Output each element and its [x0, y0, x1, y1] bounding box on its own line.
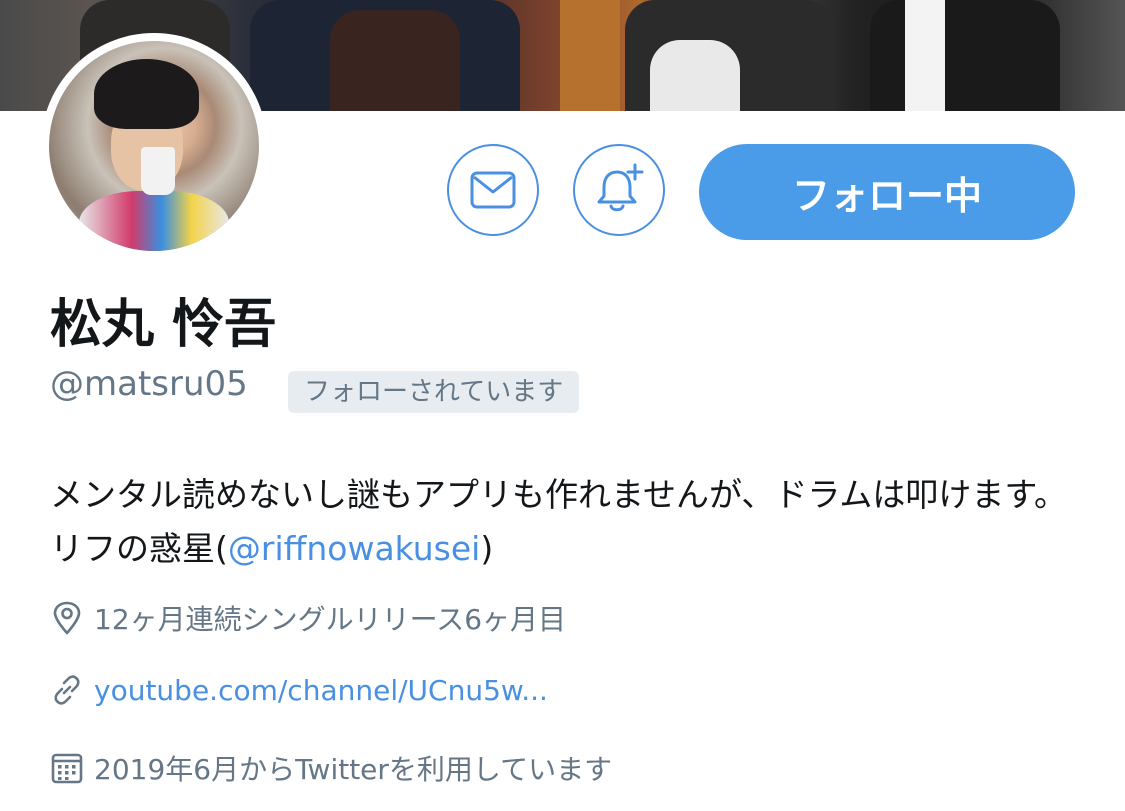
following-button[interactable]: フォロー中 [699, 144, 1075, 240]
avatar[interactable] [49, 41, 259, 251]
calendar-icon [50, 751, 84, 785]
avatar-cup [141, 147, 175, 195]
website-row[interactable]: youtube.com/channel/UCnu5w... [50, 673, 548, 707]
bio-close: ) [480, 529, 494, 568]
mail-icon [470, 171, 516, 209]
message-button[interactable] [447, 144, 539, 236]
avatar-frame [41, 33, 267, 259]
avatar-hair [94, 59, 199, 129]
profile-name: 松丸 怜吾 [50, 295, 277, 355]
location-row: 12ヶ月連続シングルリリース6ヶ月目 [50, 598, 566, 638]
location-text: 12ヶ月連続シングルリリース6ヶ月目 [94, 603, 567, 636]
notify-button[interactable] [573, 144, 665, 236]
profile-handle: @matsru05 [50, 364, 248, 404]
follows-you-badge: フォローされています [288, 371, 580, 413]
bio-text: メンタル読めないし謎もアプリも作れませんが、ドラムは叩けます。 リフの惑星( [50, 475, 1068, 568]
bell-plus-icon [597, 163, 644, 212]
bio-mention-link[interactable]: @riffnowakusei [228, 529, 480, 568]
link-icon [50, 673, 84, 707]
joined-text: 2019年6月からTwitterを利用しています [94, 753, 613, 786]
location-pin-icon [50, 601, 84, 635]
website-link[interactable]: youtube.com/channel/UCnu5w... [94, 674, 548, 707]
profile-bio: メンタル読めないし謎もアプリも作れませんが、ドラムは叩けます。 リフの惑星(@r… [50, 468, 1090, 576]
avatar-shirt [79, 191, 229, 251]
joined-row: 2019年6月からTwitterを利用しています [50, 748, 612, 788]
